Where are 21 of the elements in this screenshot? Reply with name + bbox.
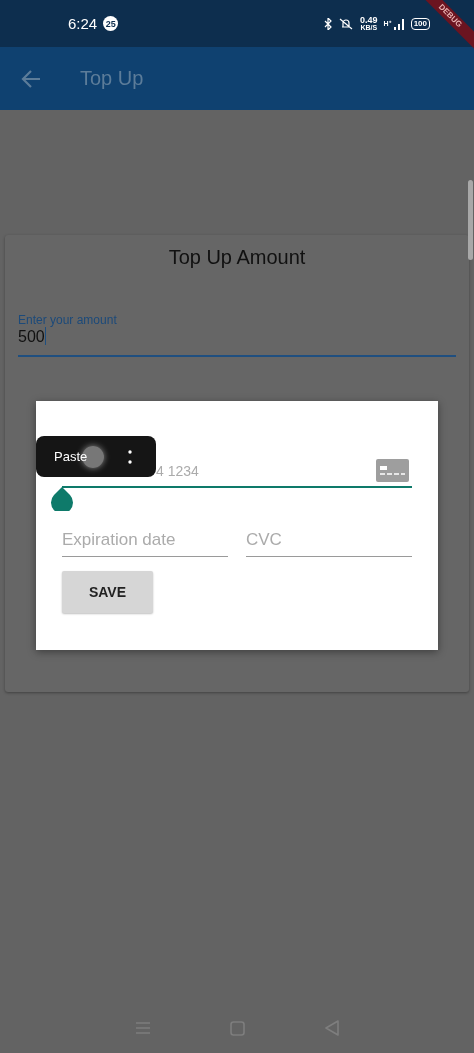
clock-time: 6:24 xyxy=(68,15,98,32)
amount-field[interactable]: Enter your amount 500 xyxy=(18,313,456,357)
page-title: Top Up xyxy=(80,67,144,90)
notification-badge: 25 xyxy=(103,16,119,31)
more-options-icon[interactable] xyxy=(128,449,132,464)
selection-handle-icon[interactable] xyxy=(50,487,74,511)
text-cursor xyxy=(44,327,47,345)
cvc-field[interactable]: CVC xyxy=(246,530,412,557)
home-square-icon[interactable] xyxy=(230,1020,246,1036)
back-arrow-icon[interactable] xyxy=(21,69,41,88)
save-button[interactable]: SAVE xyxy=(62,571,153,613)
muted-bell-icon xyxy=(338,17,355,30)
credit-card-icon xyxy=(376,459,409,482)
speed-value: 0.49 xyxy=(360,15,378,24)
scrollbar[interactable] xyxy=(468,180,473,260)
bluetooth-icon xyxy=(324,17,333,30)
battery-level: 100 xyxy=(410,17,430,30)
signal-icon xyxy=(392,17,405,30)
back-triangle-icon[interactable] xyxy=(325,1020,340,1036)
section-title: Top Up Amount xyxy=(167,245,307,269)
expiration-date-field[interactable]: Expiration date xyxy=(62,530,228,557)
